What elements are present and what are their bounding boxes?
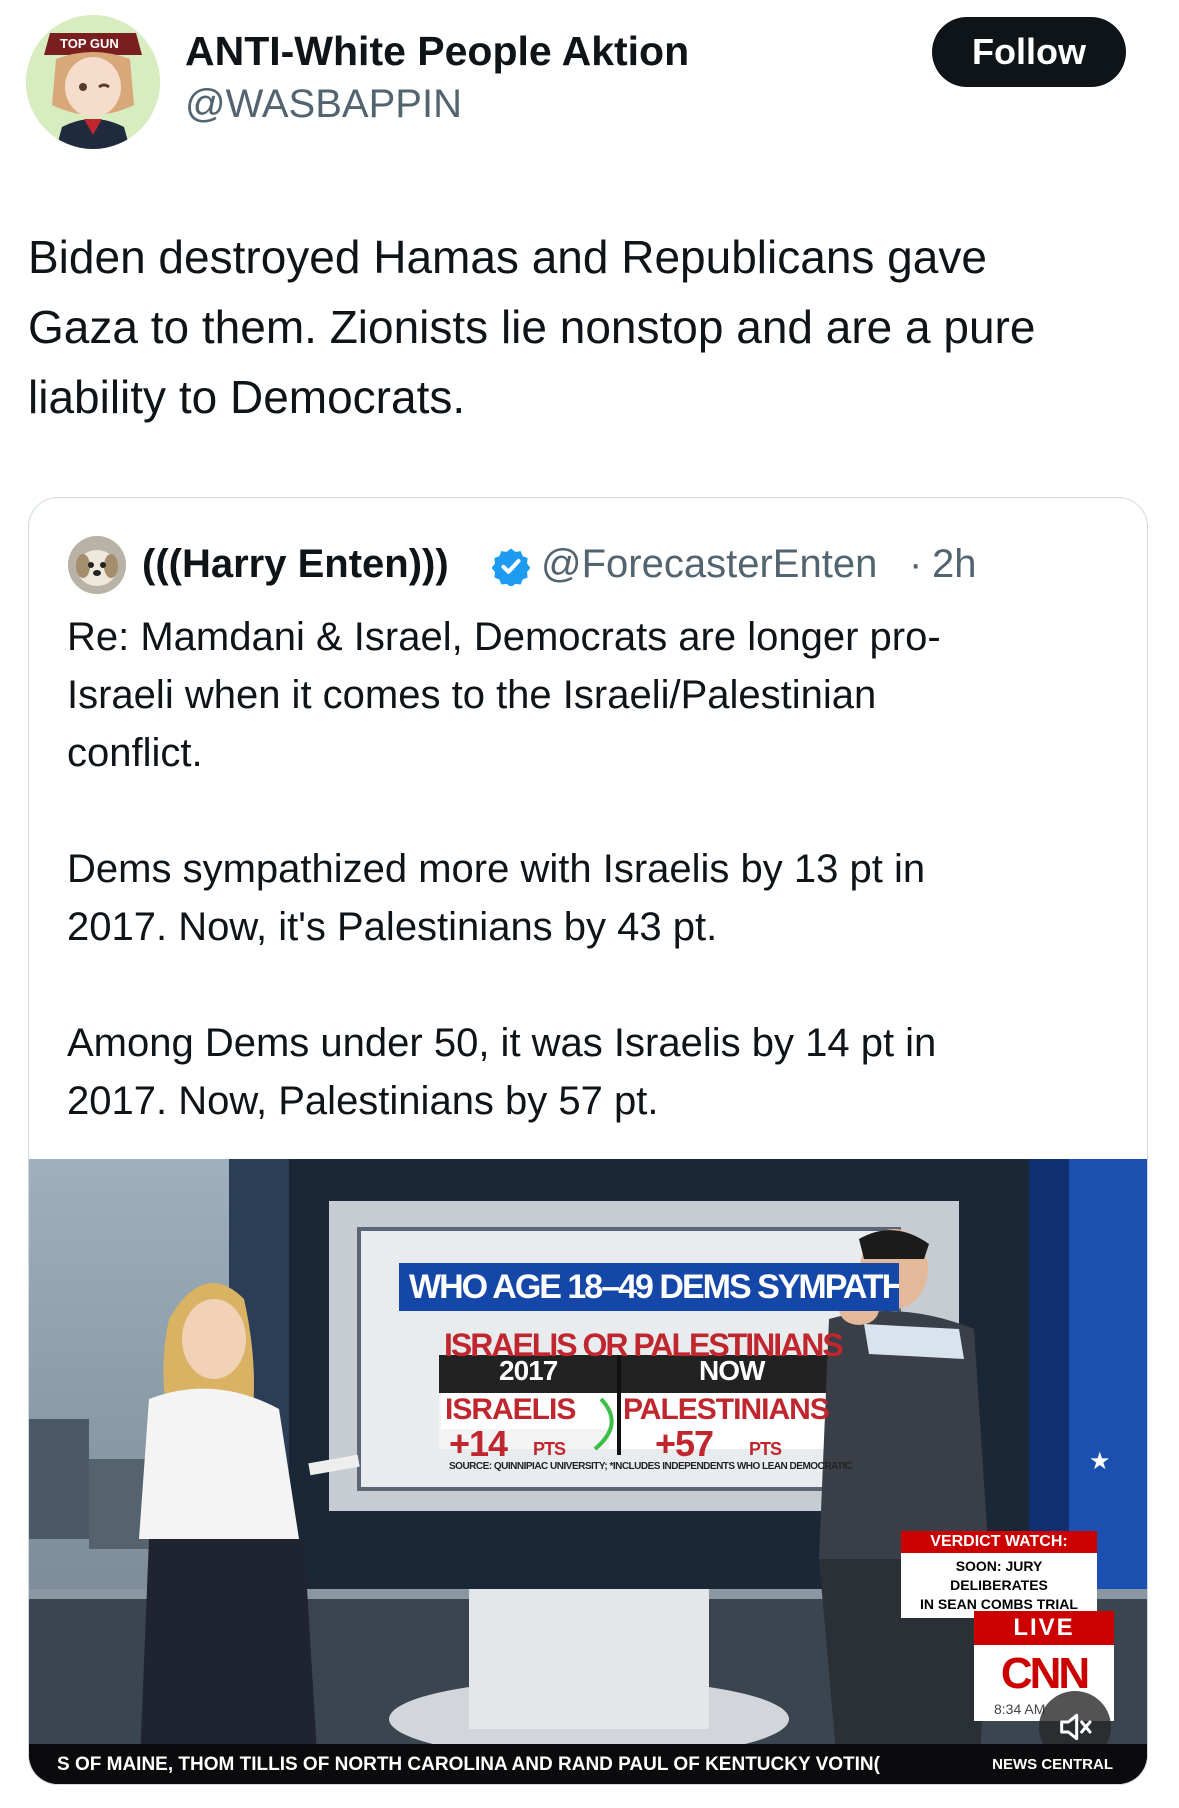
live-badge: LIVE bbox=[974, 1611, 1114, 1645]
meta-separator: · bbox=[909, 542, 923, 586]
tweet-line: Biden destroyed Hamas and Republicans ga… bbox=[28, 231, 987, 283]
graphic-col1-label: ISRAELIS bbox=[445, 1393, 576, 1426]
quoted-paragraph: Among Dems under 50, it was Israelis by … bbox=[67, 1014, 1117, 1130]
mute-glyph bbox=[1060, 1713, 1092, 1741]
quoted-timestamp[interactable]: 2h bbox=[932, 542, 977, 587]
graphic-col1-header: 2017 bbox=[499, 1355, 558, 1386]
quoted-line: Re: Mamdani & Israel, Democrats are long… bbox=[67, 615, 941, 659]
quoted-tweet-card[interactable]: (((Harry Enten))) @ForecasterEnten · 2h … bbox=[28, 497, 1148, 1785]
quoted-line: 2017. Now, Palestinians by 57 pt. bbox=[67, 1079, 659, 1123]
graphic-col1-unit: PTS bbox=[533, 1439, 566, 1459]
graphic-col2-header: NOW bbox=[699, 1355, 765, 1386]
avatar-badge-text: TOP GUN bbox=[60, 36, 119, 51]
verdict-line: SOON: JURY DELIBERATES bbox=[950, 1558, 1048, 1593]
quoted-paragraph: Dems sympathized more with Israelis by 1… bbox=[67, 840, 1117, 956]
verdict-body: SOON: JURY DELIBERATES IN SEAN COMBS TRI… bbox=[901, 1553, 1097, 1618]
graphic-col2-unit: PTS bbox=[749, 1439, 782, 1459]
graphic-title: WHO AGE 18–49 DEMS SYMPATHIZE MORE WI bbox=[399, 1263, 899, 1311]
tweet-line: Gaza to them. Zionists lie nonstop and a… bbox=[28, 301, 1036, 353]
verified-badge-icon bbox=[491, 548, 531, 586]
author-handle[interactable]: @WASBAPPIN bbox=[185, 82, 462, 127]
news-ticker: S OF MAINE, THOM TILLIS OF NORTH CAROLIN… bbox=[29, 1744, 1147, 1784]
ticker-brand: NEWS CENTRAL bbox=[992, 1756, 1113, 1773]
avatar-illustration: TOP GUN bbox=[26, 15, 160, 149]
ticker-text: S OF MAINE, THOM TILLIS OF NORTH CAROLIN… bbox=[57, 1754, 880, 1775]
tweet-text: Biden destroyed Hamas and Republicans ga… bbox=[28, 222, 1158, 432]
dog-avatar-illustration bbox=[68, 536, 126, 594]
quoted-line: Israeli when it comes to the Israeli/Pal… bbox=[67, 673, 877, 717]
video-player[interactable]: ★ WHO AGE 18–49 DEMS SYMPATHIZE MORE WI … bbox=[29, 1159, 1147, 1784]
verdict-watch-banner: VERDICT WATCH: SOON: JURY DELIBERATES IN… bbox=[901, 1531, 1097, 1618]
verdict-title: VERDICT WATCH: bbox=[901, 1531, 1097, 1553]
quoted-paragraph: Re: Mamdani & Israel, Democrats are long… bbox=[67, 608, 1117, 782]
author-name[interactable]: ANTI-White People Aktion bbox=[185, 28, 689, 75]
quoted-line: Among Dems under 50, it was Israelis by … bbox=[67, 1021, 937, 1065]
cnn-logo: CNN bbox=[1000, 1649, 1090, 1698]
svg-text:★: ★ bbox=[1089, 1447, 1111, 1475]
broadcast-clock: 8:34 AM bbox=[994, 1701, 1046, 1717]
quoted-line: 2017. Now, it's Palestinians by 43 pt. bbox=[67, 905, 718, 949]
quoted-author-name[interactable]: (((Harry Enten))) bbox=[142, 542, 449, 587]
quoted-author-avatar[interactable] bbox=[68, 536, 126, 594]
quoted-line: conflict. bbox=[67, 731, 203, 775]
graphic-source: SOURCE: QUINNIPIAC UNIVERSITY; *INCLUDES… bbox=[449, 1461, 852, 1472]
quoted-tweet-text: Re: Mamdani & Israel, Democrats are long… bbox=[67, 608, 1117, 1188]
graphic-col2-value: +57 bbox=[655, 1423, 714, 1464]
follow-button[interactable]: Follow bbox=[932, 17, 1126, 87]
quoted-line: Dems sympathized more with Israelis by 1… bbox=[67, 847, 926, 891]
graphic-col2-label: PALESTINIANS bbox=[623, 1393, 830, 1426]
author-avatar[interactable]: TOP GUN bbox=[26, 15, 160, 149]
graphic-col1-value: +14 bbox=[449, 1423, 508, 1464]
tweet-line: liability to Democrats. bbox=[28, 371, 466, 423]
quoted-author-handle[interactable]: @ForecasterEnten bbox=[541, 542, 877, 587]
